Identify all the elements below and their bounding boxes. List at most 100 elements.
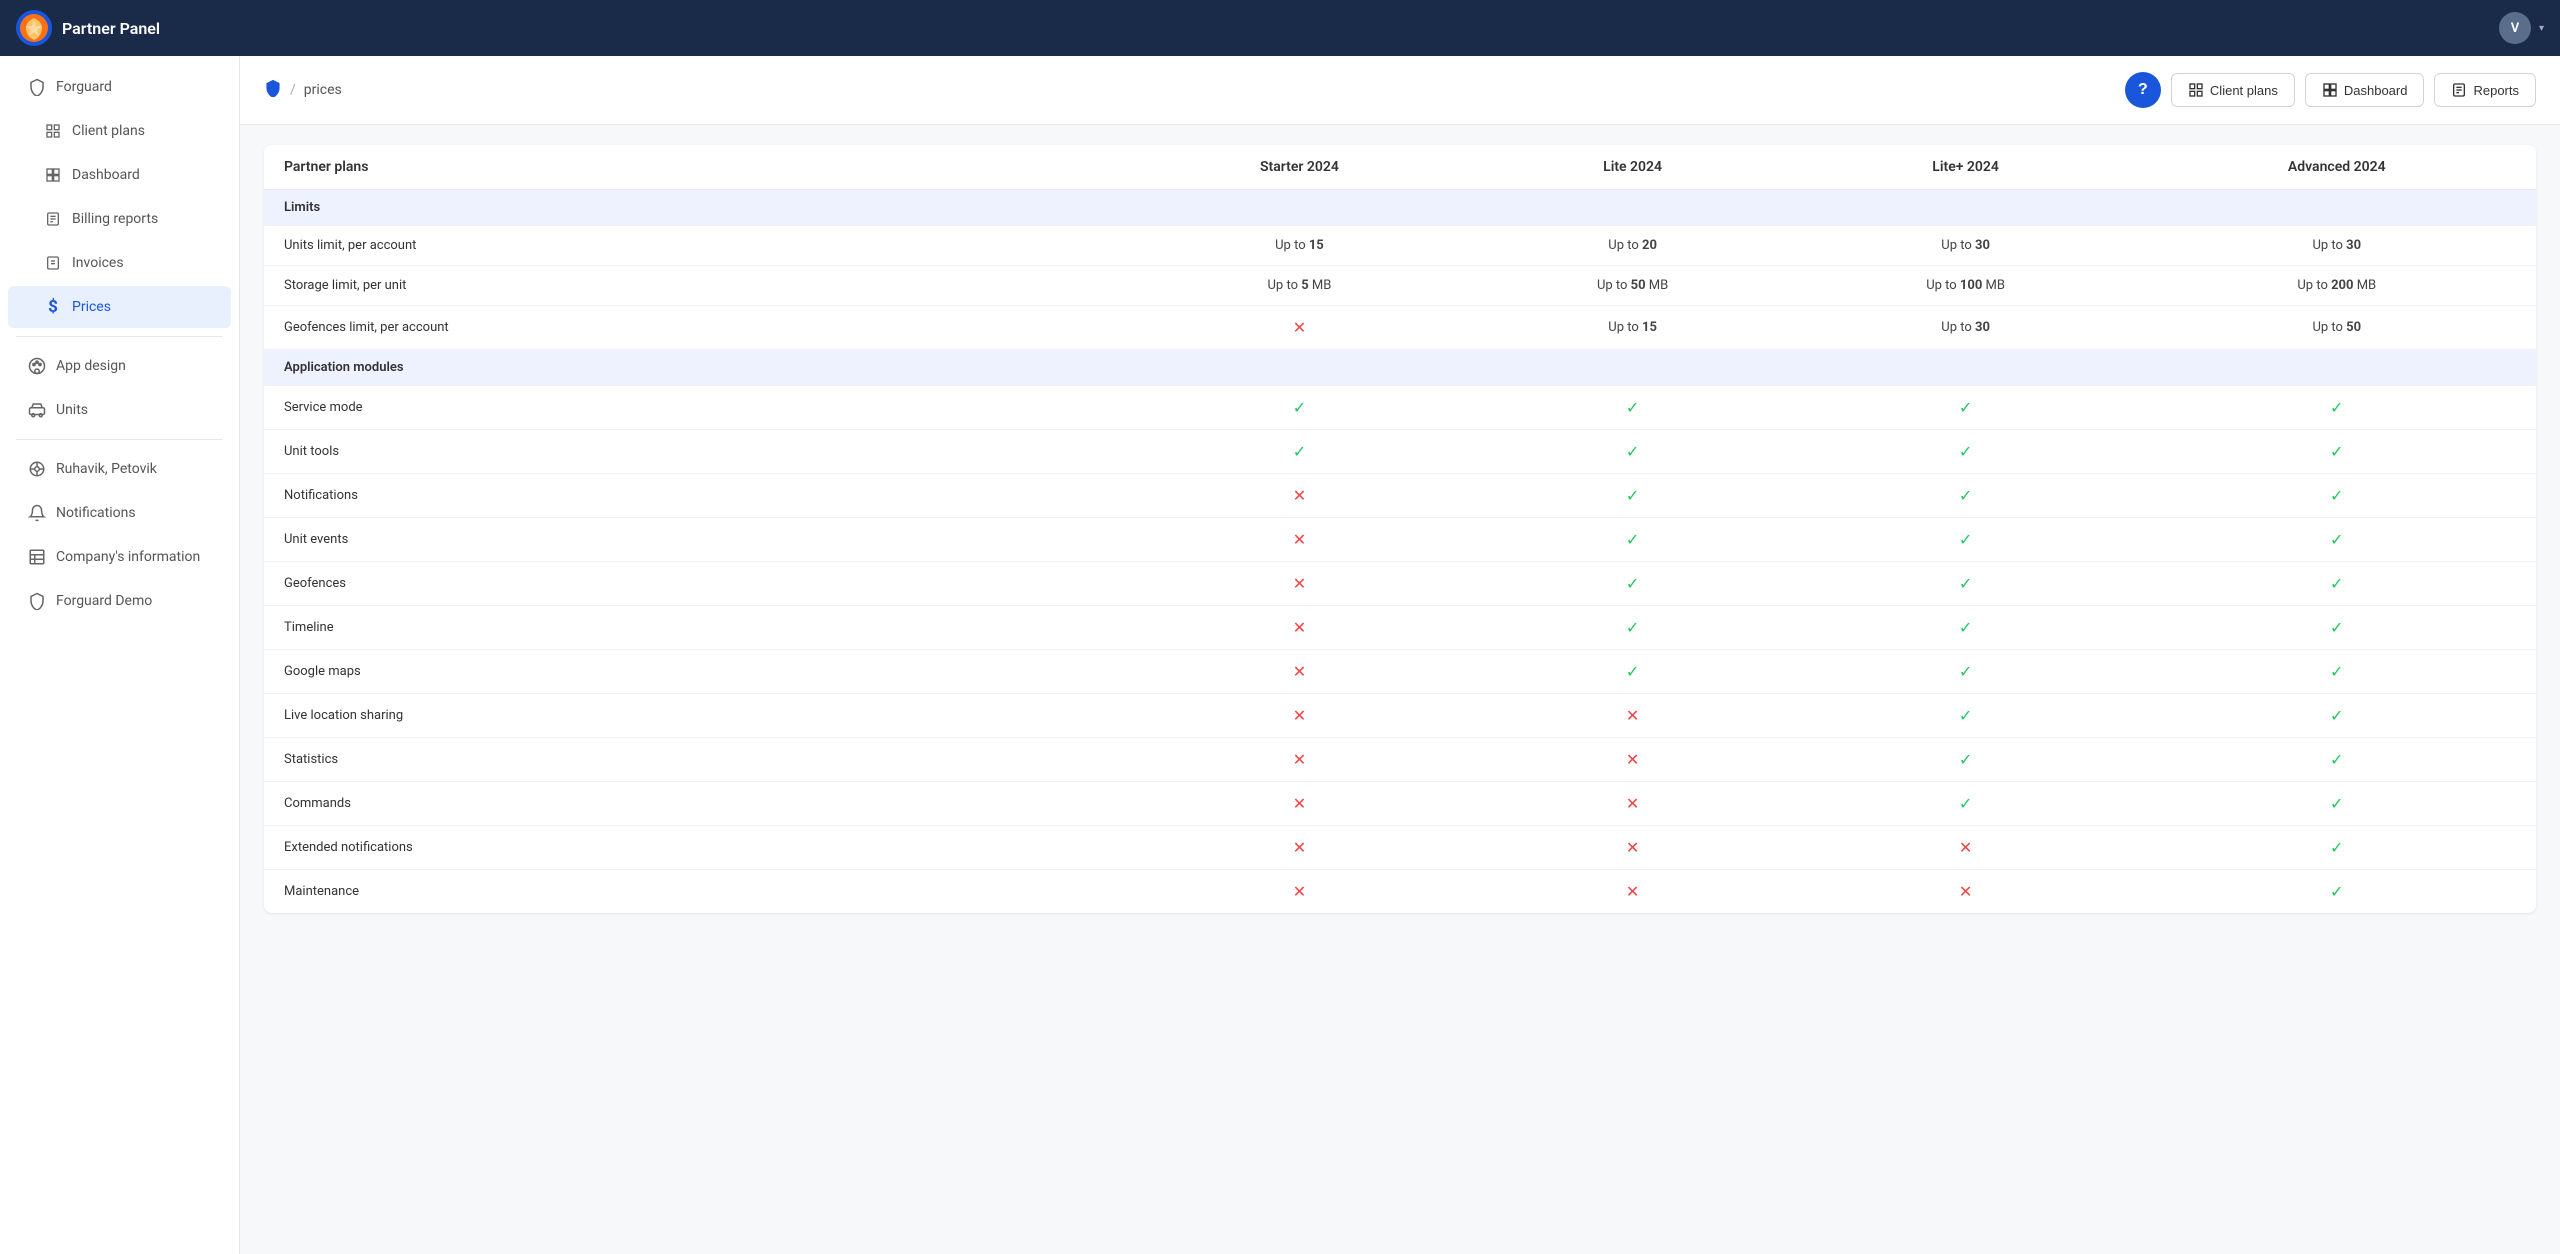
cross-icon: ✕ bbox=[1293, 750, 1306, 769]
invoice-icon bbox=[44, 254, 62, 272]
table-section-row: Limits bbox=[264, 190, 2536, 226]
table-row: Service mode✓✓✓✓ bbox=[264, 386, 2536, 430]
cross-icon: ✕ bbox=[1626, 838, 1639, 857]
sidebar-item-dashboard-label: Dashboard bbox=[72, 167, 140, 183]
reports-button[interactable]: Reports bbox=[2434, 73, 2536, 107]
client-plans-btn-label: Client plans bbox=[2210, 83, 2278, 98]
sidebar-item-forguard-demo[interactable]: Forguard Demo bbox=[8, 580, 231, 622]
app-title: Partner Panel bbox=[62, 19, 160, 38]
check-icon: ✓ bbox=[1626, 442, 1639, 461]
cross-icon: ✕ bbox=[1626, 794, 1639, 813]
check-icon: ✓ bbox=[1959, 618, 1972, 637]
reports-btn-label: Reports bbox=[2473, 83, 2519, 98]
sidebar-item-notifications[interactable]: Notifications bbox=[8, 492, 231, 534]
dashboard-button[interactable]: Dashboard bbox=[2305, 73, 2425, 107]
sidebar-item-prices-label: Prices bbox=[72, 299, 111, 315]
table-row: Commands✕✕✓✓ bbox=[264, 782, 2536, 826]
client-plans-icon bbox=[2188, 82, 2204, 98]
col-starter-header: Starter 2024 bbox=[1127, 145, 1471, 190]
sidebar-item-ruhavik[interactable]: Ruhavik, Petovik bbox=[8, 448, 231, 490]
cross-icon: ✕ bbox=[1626, 750, 1639, 769]
check-icon: ✓ bbox=[1959, 574, 1972, 593]
table-row: Timeline✕✓✓✓ bbox=[264, 606, 2536, 650]
sidebar-item-dashboard[interactable]: Dashboard bbox=[8, 154, 231, 196]
table-icon bbox=[28, 548, 46, 566]
car-icon bbox=[28, 401, 46, 419]
check-icon: ✓ bbox=[2330, 530, 2343, 549]
cross-icon: ✕ bbox=[1293, 882, 1306, 901]
check-icon: ✓ bbox=[1959, 398, 1972, 417]
sidebar-item-billing-reports-label: Billing reports bbox=[72, 211, 158, 227]
bell-icon bbox=[28, 504, 46, 522]
sidebar-item-prices[interactable]: $ Prices bbox=[8, 286, 231, 328]
cross-icon: ✕ bbox=[1959, 838, 1972, 857]
sidebar-item-client-plans-label: Client plans bbox=[72, 123, 145, 139]
sidebar-item-app-design[interactable]: App design bbox=[8, 345, 231, 387]
table-section-row: Application modules bbox=[264, 350, 2536, 386]
pricing-table: Partner plans Starter 2024 Lite 2024 Lit… bbox=[264, 145, 2536, 913]
table-row: Geofences✕✓✓✓ bbox=[264, 562, 2536, 606]
sidebar-divider-1 bbox=[16, 336, 223, 337]
breadcrumb-separator: / bbox=[290, 82, 296, 98]
sidebar-divider-2 bbox=[16, 439, 223, 440]
cross-icon: ✕ bbox=[1293, 706, 1306, 725]
main-content: / prices ? Client plans Dashboard bbox=[240, 56, 2560, 1254]
sidebar-item-notifications-label: Notifications bbox=[56, 505, 136, 521]
breadcrumb-current: prices bbox=[304, 82, 342, 98]
shield-icon bbox=[28, 78, 46, 96]
layout: Forguard Client plans Dashboard bbox=[0, 56, 2560, 1254]
table-row: Statistics✕✕✓✓ bbox=[264, 738, 2536, 782]
check-icon: ✓ bbox=[1959, 794, 1972, 813]
chevron-down-icon[interactable]: ▾ bbox=[2539, 23, 2544, 34]
check-icon: ✓ bbox=[2330, 706, 2343, 725]
wheel-icon bbox=[28, 460, 46, 478]
check-icon: ✓ bbox=[1626, 662, 1639, 681]
table-header-row: Partner plans Starter 2024 Lite 2024 Lit… bbox=[264, 145, 2536, 190]
sidebar-item-app-design-label: App design bbox=[56, 358, 126, 374]
cross-icon: ✕ bbox=[1293, 838, 1306, 857]
check-icon: ✓ bbox=[2330, 882, 2343, 901]
check-icon: ✓ bbox=[1626, 530, 1639, 549]
check-icon: ✓ bbox=[1626, 574, 1639, 593]
col-feature-header: Partner plans bbox=[264, 145, 1127, 190]
shield-demo-icon bbox=[28, 592, 46, 610]
sidebar-item-units[interactable]: Units bbox=[8, 389, 231, 431]
col-lite-header: Lite 2024 bbox=[1472, 145, 1794, 190]
sidebar-item-units-label: Units bbox=[56, 402, 88, 418]
check-icon: ✓ bbox=[2330, 398, 2343, 417]
palette-icon bbox=[28, 357, 46, 375]
content-header: / prices ? Client plans Dashboard bbox=[240, 56, 2560, 125]
cross-icon: ✕ bbox=[1293, 486, 1306, 505]
avatar[interactable]: V bbox=[2499, 12, 2531, 44]
sidebar-item-invoices[interactable]: Invoices bbox=[8, 242, 231, 284]
check-icon: ✓ bbox=[2330, 618, 2343, 637]
check-icon: ✓ bbox=[1959, 530, 1972, 549]
sidebar-item-company-info-label: Company's information bbox=[56, 549, 200, 565]
sidebar-item-billing-reports[interactable]: Billing reports bbox=[8, 198, 231, 240]
table-row: Unit tools✓✓✓✓ bbox=[264, 430, 2536, 474]
report-icon bbox=[44, 210, 62, 228]
table-row: Google maps✕✓✓✓ bbox=[264, 650, 2536, 694]
check-icon: ✓ bbox=[1959, 750, 1972, 769]
sidebar-item-client-plans[interactable]: Client plans bbox=[8, 110, 231, 152]
sidebar-item-company-info[interactable]: Company's information bbox=[8, 536, 231, 578]
cross-icon: ✕ bbox=[1293, 318, 1306, 337]
cross-icon: ✕ bbox=[1626, 706, 1639, 725]
cross-icon: ✕ bbox=[1293, 618, 1306, 637]
table-row: Maintenance✕✕✕✓ bbox=[264, 870, 2536, 914]
topbar-right: V ▾ bbox=[2499, 12, 2544, 44]
client-plans-button[interactable]: Client plans bbox=[2171, 73, 2295, 107]
check-icon: ✓ bbox=[1626, 486, 1639, 505]
check-icon: ✓ bbox=[1959, 486, 1972, 505]
check-icon: ✓ bbox=[1626, 618, 1639, 637]
sidebar-item-forguard[interactable]: Forguard bbox=[8, 66, 231, 108]
sidebar-item-ruhavik-label: Ruhavik, Petovik bbox=[56, 461, 157, 477]
check-icon: ✓ bbox=[1293, 398, 1306, 417]
sidebar-item-invoices-label: Invoices bbox=[72, 255, 124, 271]
help-button[interactable]: ? bbox=[2125, 72, 2161, 108]
check-icon: ✓ bbox=[1293, 442, 1306, 461]
cross-icon: ✕ bbox=[1293, 662, 1306, 681]
check-icon: ✓ bbox=[2330, 838, 2343, 857]
reports-btn-icon bbox=[2451, 82, 2467, 98]
table-row: Live location sharing✕✕✓✓ bbox=[264, 694, 2536, 738]
